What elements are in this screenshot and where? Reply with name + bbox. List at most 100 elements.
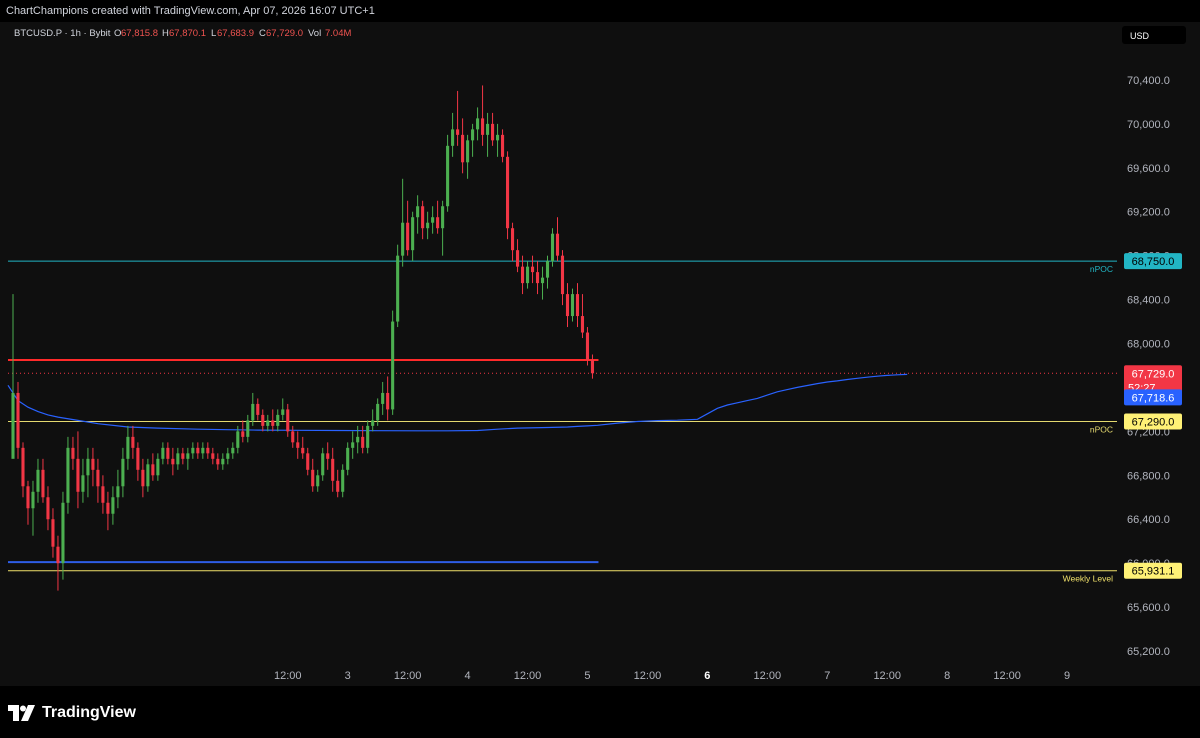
- candle-body[interactable]: [221, 458, 225, 465]
- candle-body[interactable]: [381, 392, 385, 404]
- candle-body[interactable]: [176, 453, 180, 465]
- candle-body[interactable]: [81, 475, 85, 492]
- candle-body[interactable]: [555, 233, 560, 256]
- candle-body[interactable]: [11, 392, 15, 459]
- candle-body[interactable]: [386, 392, 390, 410]
- candle-body[interactable]: [331, 458, 335, 481]
- candle-body[interactable]: [141, 469, 145, 487]
- candle-body[interactable]: [401, 222, 405, 256]
- vwap-line[interactable]: [7, 373, 908, 432]
- candle-body[interactable]: [431, 217, 435, 223]
- candle-body[interactable]: [366, 425, 370, 448]
- candle-body[interactable]: [271, 420, 275, 426]
- candle-body[interactable]: [306, 453, 310, 470]
- candle-body[interactable]: [346, 447, 350, 470]
- candle-body[interactable]: [116, 486, 120, 498]
- candle-body[interactable]: [301, 447, 305, 454]
- chart-area[interactable]: BTCUSD.P · 1h · Bybit O 67,815.8 H 67,87…: [0, 22, 1200, 686]
- candle-body[interactable]: [585, 332, 590, 360]
- candle-body[interactable]: [486, 123, 490, 135]
- candle-body[interactable]: [321, 453, 325, 476]
- candle-body[interactable]: [66, 447, 70, 503]
- candle-body[interactable]: [426, 222, 430, 229]
- candle-body[interactable]: [535, 272, 540, 284]
- candle-body[interactable]: [451, 129, 455, 146]
- time-axis[interactable]: 12:00 3 12:00 4 12:00 5 12:00 6 12:00 7 12:00 8 12:0…: [274, 670, 1070, 682]
- candle-body[interactable]: [21, 447, 25, 487]
- candle-body[interactable]: [341, 469, 345, 492]
- candle-body[interactable]: [101, 486, 105, 503]
- candle-body[interactable]: [461, 134, 465, 163]
- candle-body[interactable]: [361, 436, 365, 448]
- candle-body[interactable]: [291, 431, 295, 443]
- candle-body[interactable]: [501, 134, 505, 157]
- candlestick-chart[interactable]: BTCUSD.P · 1h · Bybit O 67,815.8 H 67,87…: [0, 22, 1200, 686]
- candle-body[interactable]: [391, 321, 395, 410]
- candle-body[interactable]: [31, 491, 35, 509]
- candle-body[interactable]: [36, 469, 40, 492]
- candle-body[interactable]: [520, 266, 525, 284]
- candle-body[interactable]: [181, 453, 185, 459]
- candle-body[interactable]: [286, 409, 290, 432]
- candle-body[interactable]: [246, 420, 250, 437]
- candle-body[interactable]: [506, 156, 510, 229]
- candle-body[interactable]: [466, 140, 470, 163]
- candle-body[interactable]: [126, 436, 130, 459]
- candle-body[interactable]: [86, 458, 90, 476]
- candle-body[interactable]: [206, 447, 210, 454]
- candle-body[interactable]: [251, 403, 255, 421]
- candle-body[interactable]: [166, 447, 170, 459]
- candle-body[interactable]: [51, 519, 55, 547]
- candle-body[interactable]: [416, 206, 420, 218]
- candle-body[interactable]: [131, 436, 135, 448]
- candle-body[interactable]: [106, 502, 110, 514]
- candle-body[interactable]: [496, 134, 500, 141]
- candle-body[interactable]: [296, 442, 300, 448]
- candle-body[interactable]: [261, 414, 265, 426]
- candle-body[interactable]: [471, 129, 475, 141]
- candle-body[interactable]: [570, 294, 575, 317]
- candle-body[interactable]: [311, 469, 315, 487]
- candle-body[interactable]: [186, 453, 190, 459]
- candle-body[interactable]: [560, 255, 565, 295]
- candle-body[interactable]: [540, 277, 545, 284]
- candle-body[interactable]: [161, 447, 165, 459]
- candle-body[interactable]: [550, 233, 555, 262]
- candle-body[interactable]: [236, 431, 240, 448]
- currency-selector[interactable]: USD: [1122, 26, 1186, 44]
- candle-body[interactable]: [121, 458, 125, 487]
- candle-body[interactable]: [191, 447, 195, 454]
- candle-body[interactable]: [231, 447, 235, 454]
- candle-body[interactable]: [481, 118, 485, 135]
- candle-body[interactable]: [525, 266, 530, 284]
- candle-body[interactable]: [136, 447, 140, 470]
- candle-body[interactable]: [396, 255, 400, 322]
- candle-body[interactable]: [256, 403, 260, 415]
- candle-body[interactable]: [436, 217, 440, 229]
- candle-body[interactable]: [575, 294, 580, 317]
- candle-body[interactable]: [266, 420, 270, 426]
- candle-body[interactable]: [510, 228, 515, 251]
- candle-body[interactable]: [565, 294, 570, 317]
- candle-body[interactable]: [226, 453, 230, 459]
- candle-body[interactable]: [146, 464, 150, 487]
- candle-body[interactable]: [316, 475, 320, 487]
- candle-body[interactable]: [376, 403, 380, 421]
- tradingview-logo[interactable]: TradingView: [8, 704, 136, 722]
- candle-body[interactable]: [91, 458, 95, 470]
- candle-body[interactable]: [456, 129, 460, 135]
- candle-body[interactable]: [111, 497, 115, 514]
- candle-body[interactable]: [211, 453, 215, 459]
- candle-body[interactable]: [16, 392, 20, 448]
- candle-body[interactable]: [56, 546, 60, 564]
- candle-body[interactable]: [515, 250, 520, 267]
- candle-body[interactable]: [580, 316, 585, 333]
- candle-body[interactable]: [41, 469, 45, 498]
- candle-body[interactable]: [151, 464, 155, 476]
- candle-body[interactable]: [590, 359, 595, 374]
- candle-body[interactable]: [76, 458, 80, 492]
- candle-body[interactable]: [545, 261, 550, 278]
- candle-body[interactable]: [71, 447, 75, 459]
- candle-body[interactable]: [326, 453, 330, 459]
- candle-body[interactable]: [216, 458, 220, 465]
